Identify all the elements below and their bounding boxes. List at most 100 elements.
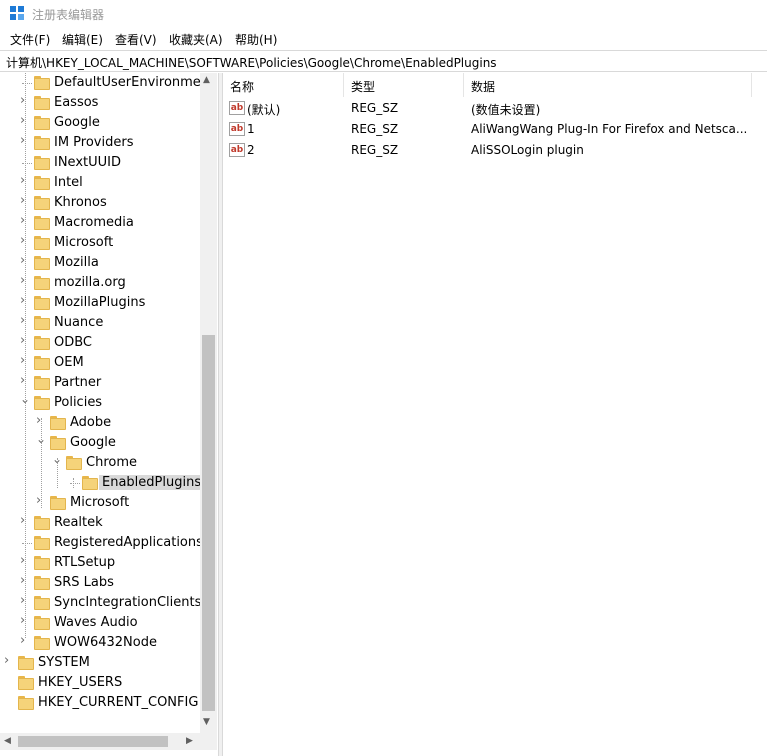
tree-item-label: Eassos [54, 95, 99, 110]
tree-connector [22, 163, 32, 164]
tree-item-label: SRS Labs [54, 575, 114, 590]
column-header-type[interactable]: 类型 [344, 73, 464, 97]
tree-item-label: Waves Audio [54, 615, 138, 630]
table-row[interactable]: ab 2 REG_SZ AliSSOLogin plugin [223, 140, 767, 161]
column-header-name[interactable]: 名称 [223, 73, 344, 97]
value-name: (默认) [247, 103, 281, 117]
string-value-icon: ab [229, 143, 245, 157]
tree-item-label: EnabledPlugins [99, 475, 205, 490]
folder-icon [50, 496, 66, 510]
menu-view[interactable]: 查看(V) [115, 31, 157, 48]
value-name: 2 [247, 143, 255, 157]
tree-guide-line [41, 418, 42, 508]
address-path[interactable]: 计算机\HKEY_LOCAL_MACHINE\SOFTWARE\Policies… [6, 54, 497, 71]
folder-icon [34, 396, 50, 410]
scroll-right-icon[interactable]: ▶ [186, 736, 193, 746]
tree-item-label: Mozilla [54, 255, 99, 270]
column-header-data[interactable]: 数据 [464, 73, 752, 97]
folder-icon [82, 476, 98, 490]
folder-icon [34, 536, 50, 550]
tree-item-label: Microsoft [54, 235, 114, 250]
tree-item-label: Realtek [54, 515, 103, 530]
value-name: 1 [247, 122, 255, 136]
key-tree[interactable]: DefaultUserEnvironment › Eassos › Google › IM … [0, 73, 218, 756]
value-type: REG_SZ [351, 143, 399, 157]
folder-icon [34, 596, 50, 610]
folder-icon [34, 176, 50, 190]
tree-item-label: RegisteredApplications [54, 535, 203, 550]
folder-icon [34, 236, 50, 250]
menu-file[interactable]: 文件(F) [10, 31, 50, 48]
folder-icon [34, 616, 50, 630]
scrollbar-corner [200, 733, 217, 750]
list-header: 名称 类型 数据 [223, 73, 767, 97]
tree-guide-line [73, 478, 74, 488]
folder-icon [66, 456, 82, 470]
tree-item-label: MozillaPlugins [54, 295, 146, 310]
tree-horizontal-scroll-thumb[interactable] [18, 736, 168, 747]
tree-item-label: Microsoft [70, 495, 130, 510]
tree-item-label: Macromedia [54, 215, 134, 230]
tree-item-label: Policies [54, 395, 103, 410]
tree-guide-line [25, 73, 26, 638]
tree-item-label: ODBC [54, 335, 93, 350]
value-data: AliSSOLogin plugin [471, 143, 584, 157]
tree-item-label: mozilla.org [54, 275, 126, 290]
tree-vertical-scroll-thumb[interactable] [202, 335, 215, 711]
tree-item-label: SYSTEM [38, 655, 90, 670]
folder-icon [34, 96, 50, 110]
folder-icon [34, 316, 50, 330]
tree-item-label: Nuance [54, 315, 104, 330]
string-value-icon: ab [229, 122, 245, 136]
folder-icon [34, 576, 50, 590]
tree-item-label: Chrome [86, 455, 137, 470]
folder-icon [34, 276, 50, 290]
folder-icon [34, 356, 50, 370]
registry-editor-icon [10, 6, 26, 22]
tree-item-label: Khronos [54, 195, 107, 210]
value-type: REG_SZ [351, 101, 399, 115]
tree-item-label: SyncIntegrationClients [54, 595, 202, 610]
tree-item-label: Google [54, 115, 100, 130]
tree-item-label: HKEY_USERS [38, 675, 123, 690]
tree-connector [70, 483, 80, 484]
address-bar[interactable]: 计算机\HKEY_LOCAL_MACHINE\SOFTWARE\Policies… [0, 50, 767, 72]
menu-favorites[interactable]: 收藏夹(A) [169, 31, 223, 48]
values-list[interactable]: 名称 类型 数据 ab (默认) REG_SZ (数值未设置) ab 1 REG_SZ Ali… [223, 73, 767, 756]
tree-item-label: INextUUID [54, 155, 121, 170]
folder-icon [18, 696, 34, 710]
table-row[interactable]: ab (默认) REG_SZ (数值未设置) [223, 98, 767, 119]
value-data: (数值未设置) [471, 103, 541, 117]
scroll-down-icon[interactable]: ▼ [203, 717, 210, 727]
tree-item-label: RTLSetup [54, 555, 116, 570]
tree-item-label: Google [70, 435, 116, 450]
folder-icon [34, 336, 50, 350]
tree-item-label: Adobe [70, 415, 112, 430]
folder-icon [34, 116, 50, 130]
scroll-up-icon[interactable]: ▲ [203, 75, 210, 85]
window-title: 注册表编辑器 [32, 8, 105, 22]
folder-icon [34, 256, 50, 270]
menu-edit[interactable]: 编辑(E) [62, 31, 103, 48]
folder-icon [34, 556, 50, 570]
folder-icon [34, 196, 50, 210]
folder-icon [34, 516, 50, 530]
folder-icon [34, 156, 50, 170]
folder-icon [18, 656, 34, 670]
folder-icon [18, 676, 34, 690]
tree-connector [22, 543, 32, 544]
tree-connector [22, 83, 32, 84]
value-type: REG_SZ [351, 122, 399, 136]
tree-item-label: Intel [54, 175, 83, 190]
table-row[interactable]: ab 1 REG_SZ AliWangWang Plug-In For Firefox… [223, 119, 767, 140]
scroll-left-icon[interactable]: ◀ [4, 736, 11, 746]
folder-icon [34, 296, 50, 310]
tree-horizontal-scrollbar[interactable]: ◀ ▶ [0, 733, 200, 750]
folder-icon [34, 216, 50, 230]
chevron-right-icon[interactable]: › [4, 654, 14, 667]
tree-vertical-scrollbar[interactable]: ▲ ▼ [200, 73, 217, 733]
menu-help[interactable]: 帮助(H) [235, 31, 277, 48]
folder-icon [34, 636, 50, 650]
tree-item-label: HKEY_CURRENT_CONFIG [38, 695, 199, 710]
folder-icon [50, 436, 66, 450]
